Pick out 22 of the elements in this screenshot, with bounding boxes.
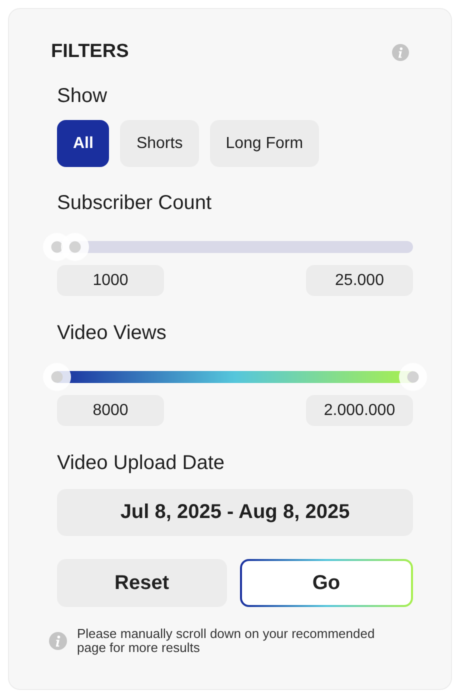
min-value-field[interactable]: 8000 [57,395,164,426]
slider-thumb[interactable] [60,233,89,261]
max-value-field[interactable]: 2.000.000 [306,395,413,426]
info-icon [392,44,409,60]
date-range-field[interactable]: Jul 8, 2025 - Aug 8, 2025 [57,489,413,536]
reset-button[interactable]: Reset [57,559,226,607]
section-label: Show [57,85,108,108]
min-value-field[interactable]: 1000 [57,265,164,296]
info-note: Please manually scroll down on your recommended page for more results [77,627,376,655]
filter-chip[interactable]: Long Form [210,120,320,167]
section-label: Subscriber Count [57,192,212,215]
section-label: Video Upload Date [57,452,225,475]
slider-thumb[interactable] [399,363,427,391]
slider-thumb[interactable] [43,363,71,391]
range-slider[interactable] [43,363,427,391]
filter-chip[interactable]: All [57,120,110,167]
info-icon [49,632,67,650]
max-value-field[interactable]: 25.000 [306,265,413,296]
filter-chip[interactable]: Shorts [120,120,199,167]
section-label: Video Views [57,322,166,345]
panel-title: FILTERS [51,41,129,63]
go-button[interactable]: Go [240,559,413,607]
